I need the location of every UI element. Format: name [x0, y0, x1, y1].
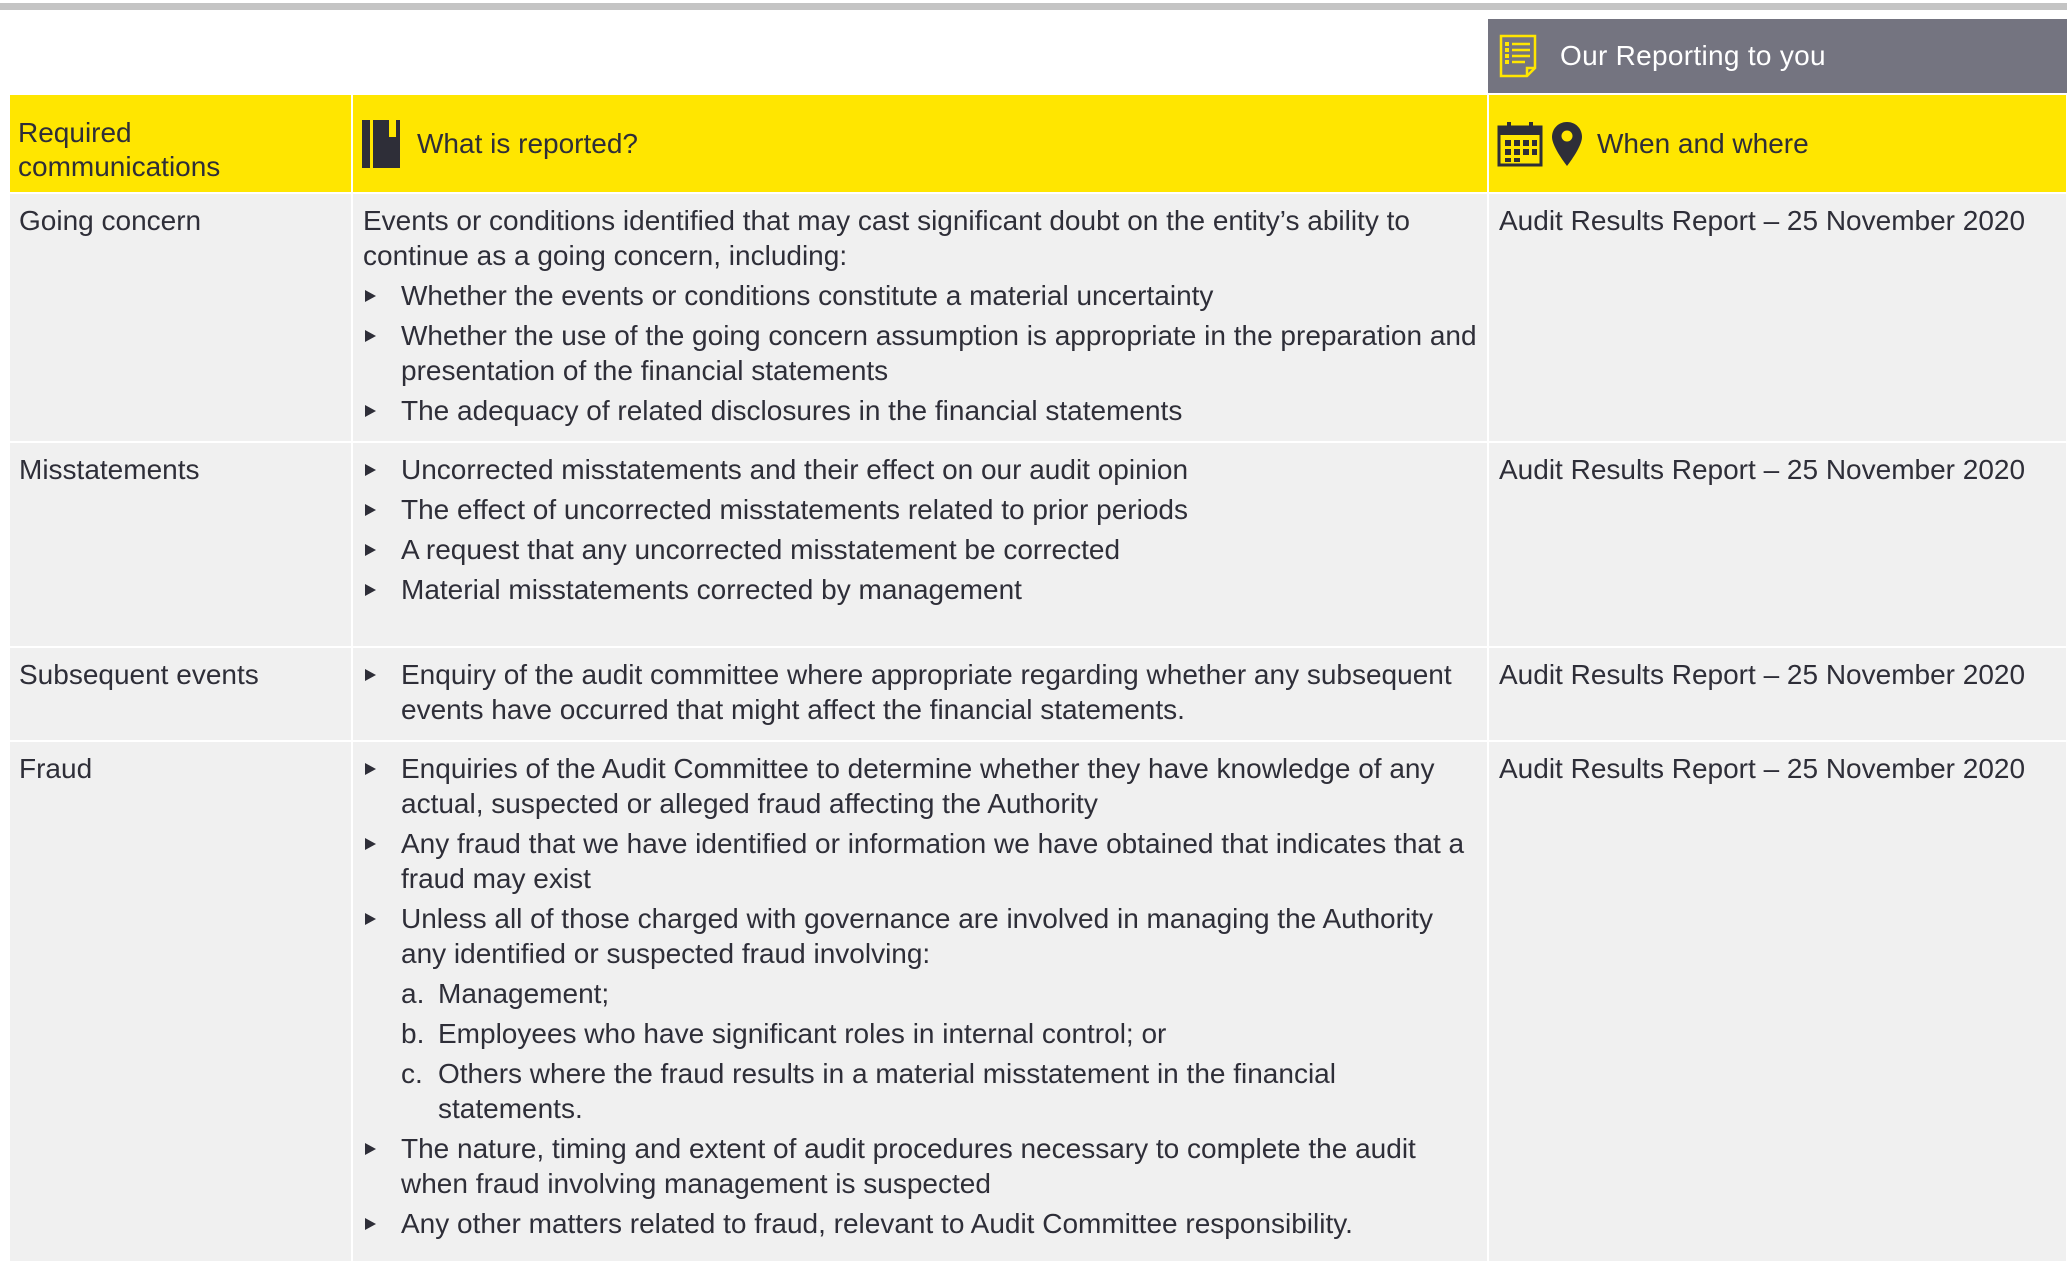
- sub-list-item: c. Others where the fraud results in a ma…: [401, 1056, 1478, 1126]
- top-divider: [0, 3, 2067, 10]
- list-item: Any other matters related to fraud, rele…: [363, 1206, 1478, 1241]
- table-header-row: Required communications What is reported…: [10, 95, 2067, 193]
- sub-list-marker: c.: [401, 1058, 423, 1089]
- sub-list-text: Management;: [438, 978, 610, 1009]
- sub-list: a. Management; b. Employees who have signi…: [401, 976, 1478, 1126]
- row-details: Enquiries of the Audit Committee to dete…: [352, 740, 1489, 1261]
- row-topic: Subsequent events: [10, 646, 353, 741]
- list-item: The effect of uncorrected misstatements …: [363, 492, 1478, 527]
- report-document-icon: [1499, 34, 1539, 78]
- row-details: Enquiry of the audit committee where app…: [352, 646, 1489, 741]
- row-details: Uncorrected misstatements and their effe…: [352, 441, 1489, 647]
- list-item: The nature, timing and extent of audit p…: [363, 1131, 1478, 1201]
- list-item: Unless all of those charged with governa…: [363, 901, 1478, 1126]
- list-item: Material misstatements corrected by mana…: [363, 572, 1478, 607]
- list-item: Whether the events or conditions constit…: [363, 278, 1478, 313]
- row-details: Events or conditions identified that may…: [352, 192, 1489, 442]
- map-pin-icon: [1551, 121, 1583, 167]
- banner-title: Our Reporting to you: [1560, 40, 1826, 71]
- header-what-is-reported: What is reported?: [352, 95, 1489, 193]
- header-col1-label: Required communications: [18, 116, 221, 182]
- sub-list-text: Others where the fraud results in a mate…: [438, 1058, 1336, 1124]
- table-row-misstatements: Misstatements Uncorrected misstatements …: [10, 441, 2067, 647]
- sub-list-marker: b.: [401, 1018, 425, 1049]
- list-item: A request that any uncorrected misstatem…: [363, 532, 1478, 567]
- list-item: Enquiry of the audit committee where app…: [363, 657, 1478, 727]
- calendar-icon: [1497, 121, 1543, 167]
- list-item: The adequacy of related disclosures in t…: [363, 393, 1478, 428]
- notebook-icon: [361, 119, 401, 169]
- list-item: Enquiries of the Audit Committee to dete…: [363, 751, 1478, 821]
- list-item: Any fraud that we have identified or inf…: [363, 826, 1478, 896]
- header-col3-label: When and where: [1597, 127, 1809, 159]
- list-item: Whether the use of the going concern ass…: [363, 318, 1478, 388]
- header-col2-label: What is reported?: [417, 127, 638, 159]
- bullet-list: Uncorrected misstatements and their effe…: [363, 452, 1478, 607]
- row-when-where: Audit Results Report – 25 November 2020: [1488, 192, 2067, 442]
- sub-list-text: Employees who have significant roles in …: [438, 1018, 1167, 1049]
- required-communications-table: Required communications What is reported…: [10, 95, 2067, 1261]
- table-row-fraud: Fraud Enquiries of the Audit Committee t…: [10, 740, 2067, 1261]
- bullet-list: Enquiry of the audit committee where app…: [363, 657, 1478, 727]
- row-when-where: Audit Results Report – 25 November 2020: [1488, 441, 2067, 647]
- bullet-list: Whether the events or conditions constit…: [363, 278, 1478, 428]
- row-when-where: Audit Results Report – 25 November 2020: [1488, 740, 2067, 1261]
- row-intro: Events or conditions identified that may…: [363, 205, 1410, 271]
- sub-list-item: a. Management;: [401, 976, 1478, 1011]
- header-when-and-where: When and where: [1488, 95, 2067, 193]
- list-item-text: Unless all of those charged with governa…: [401, 903, 1433, 969]
- header-required-communications: Required communications: [10, 95, 353, 193]
- row-topic: Misstatements: [10, 441, 353, 647]
- sub-list-marker: a.: [401, 978, 425, 1009]
- table-row-subsequent-events: Subsequent events Enquiry of the audit c…: [10, 646, 2067, 741]
- row-topic: Going concern: [10, 192, 353, 442]
- row-when-where: Audit Results Report – 25 November 2020: [1488, 646, 2067, 741]
- bullet-list: Enquiries of the Audit Committee to dete…: [363, 751, 1478, 1241]
- row-topic: Fraud: [10, 740, 353, 1261]
- list-item: Uncorrected misstatements and their effe…: [363, 452, 1478, 487]
- table-row-going-concern: Going concern Events or conditions ident…: [10, 192, 2067, 442]
- sub-list-item: b. Employees who have significant roles i…: [401, 1016, 1478, 1051]
- reporting-banner: Our Reporting to you: [1488, 19, 2067, 93]
